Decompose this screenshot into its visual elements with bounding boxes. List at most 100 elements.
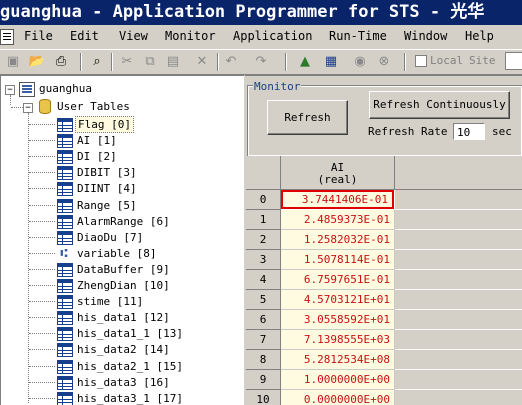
table-icon [57,263,73,277]
collapse-folder-icon[interactable]: − [23,103,33,113]
run-icon[interactable]: ◉ [351,53,369,70]
application-icon [19,82,35,97]
site-label: Site [469,54,496,67]
variable-icon: ⑆ [60,246,68,260]
refresh-button[interactable]: Refresh [267,100,348,135]
redo-icon[interactable]: ↷ [252,53,270,70]
undo-icon[interactable]: ↶ [222,53,240,70]
grid-empty-area [395,390,522,405]
local-checkbox[interactable] [415,55,427,67]
table-icon [57,343,73,357]
refresh-continuously-button[interactable]: Refresh Continuously [369,91,510,119]
menu-file[interactable]: File [22,26,55,47]
window-title: guanghua - Application Programmer for ST… [0,2,485,22]
menu-edit[interactable]: Edit [68,26,101,47]
save-icon[interactable]: ▣ [4,53,22,70]
tree-item-label: his_data3 [16] [77,376,170,389]
table-icon [57,199,73,213]
database-icon [39,99,51,114]
table-icon [57,279,73,293]
refresh-rate-input[interactable]: 10 [453,123,485,140]
grid-corner-header [246,156,281,190]
tree-item-label: DI [2] [77,150,117,163]
stop-icon[interactable]: ⊗ [375,53,393,70]
monitor-group-label: Monitor [253,80,302,93]
document-menu-icon[interactable] [0,29,14,45]
menu-monitor[interactable]: Monitor [163,26,218,47]
table-icon [57,134,73,148]
row-header[interactable]: 0 [246,190,281,210]
tree-folder-label[interactable]: User Tables [55,98,132,115]
value-cell[interactable]: 3.7441406E-01 [281,190,394,209]
table-icon [57,376,73,390]
compile-icon[interactable]: ▲ [296,53,314,70]
table-icon [57,295,73,309]
grid-empty-area [395,330,522,349]
row-header[interactable]: 3 [246,250,281,270]
tree-item-label: DataBuffer [9] [77,263,170,276]
menu-help[interactable]: Help [463,26,496,47]
open-icon[interactable]: 📂 [28,53,46,70]
row-header[interactable]: 9 [246,370,281,390]
monitor-pane: Monitor Refresh Refresh Continuously Ref… [245,75,522,405]
menu-application[interactable]: Application [231,26,314,47]
column-header-ai[interactable]: AI (real) [281,156,395,190]
table-icon [57,215,73,229]
tree-item-label: DiaoDu [7] [77,231,144,244]
row-header[interactable]: 1 [246,210,281,230]
collapse-root-icon[interactable]: − [5,85,15,95]
value-cell[interactable]: 3.0558592E+01 [281,310,395,330]
table-icon [57,182,73,196]
table-icon [57,360,73,374]
site-input[interactable] [505,52,522,70]
menu-run-time[interactable]: Run-Time [327,26,389,47]
data-grid[interactable]: AI (real) 0 3.7441406E-01 1 2.4859373E-01 2 1… [246,156,522,405]
grid-empty-area [395,370,522,389]
tree-item-label: Range [5] [77,199,137,212]
table-icon [57,166,73,180]
value-cell[interactable]: 5.2812534E+08 [281,350,395,370]
grid-empty-area [395,230,522,249]
row-header[interactable]: 7 [246,330,281,350]
grid-empty-area [395,250,522,269]
find-icon[interactable]: ⌕ [88,53,106,70]
row-header[interactable]: 2 [246,230,281,250]
tree-item-label: ZhengDian [10] [77,279,170,292]
tree-item-label: his_data2 [14] [77,343,170,356]
value-cell[interactable]: 4.5703121E+01 [281,290,395,310]
print-icon[interactable]: ⎙ [52,53,70,70]
value-cell[interactable]: 1.0000000E+00 [281,370,395,390]
refresh-rate-label: Refresh Rate [368,125,448,138]
menu-view[interactable]: View [117,26,150,47]
grid-empty-area [395,190,522,209]
download-icon[interactable]: ▦ [322,53,340,70]
tree-item-label: variable [8] [77,247,157,260]
value-cell[interactable]: 6.7597651E-01 [281,270,395,290]
copy-icon[interactable]: ⧉ [141,53,159,70]
delete-icon[interactable]: ✕ [193,53,211,70]
sec-label: sec [492,125,512,138]
grid-empty-area [395,270,522,289]
tree-item-label: AI [1] [77,134,117,147]
tree-root-label[interactable]: guanghua [37,80,94,97]
row-header[interactable]: 6 [246,310,281,330]
value-cell[interactable]: 1.2582032E-01 [281,230,395,250]
menu-bar: File Edit View Monitor Application Run-T… [0,26,522,47]
project-tree[interactable]: − guanghua − User Tables Flag [0] AI [1] D… [0,75,244,405]
table-icon [57,392,73,405]
value-cell[interactable]: 1.5078114E-01 [281,250,395,270]
row-header[interactable]: 8 [246,350,281,370]
table-icon [57,231,73,245]
value-cell[interactable]: 0.0000000E+00 [281,390,395,405]
row-header[interactable]: 5 [246,290,281,310]
value-cell[interactable]: 7.1398555E+03 [281,330,395,350]
table-icon [57,327,73,341]
grid-empty-area [395,210,522,229]
cut-icon[interactable]: ✂ [118,53,136,70]
value-cell[interactable]: 2.4859373E-01 [281,210,395,230]
row-header[interactable]: 10 [246,390,281,405]
menu-window[interactable]: Window [402,26,449,47]
paste-icon[interactable]: ▤ [164,53,182,70]
row-header[interactable]: 4 [246,270,281,290]
table-icon [57,118,73,132]
